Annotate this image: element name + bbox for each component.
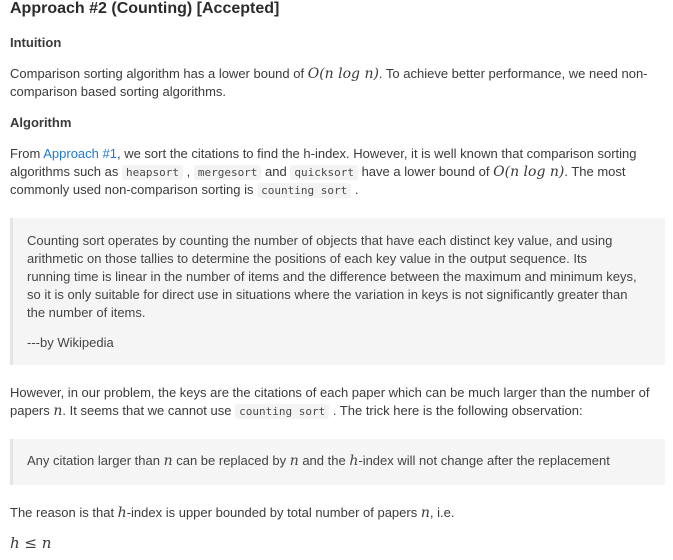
inline-code-mergesort: mergesort bbox=[193, 165, 262, 180]
observation-text: can be replaced by bbox=[172, 453, 290, 468]
math-n: n bbox=[420, 505, 430, 521]
problem-paragraph-line-2: papers n. It seems that we cannot use co… bbox=[10, 402, 583, 421]
reason-text: -index is upper bounded by total number … bbox=[126, 505, 421, 520]
intuition-text: . To achieve better performance, we need… bbox=[378, 66, 648, 81]
inline-code-counting-sort: counting sort bbox=[235, 404, 330, 419]
algorithm-paragraph-line-3: commonly used non-comparison sorting is … bbox=[10, 181, 358, 200]
section-title: Approach #2 (Counting) [Accepted] bbox=[10, 0, 280, 17]
problem-text: . It seems that we cannot use bbox=[62, 403, 236, 418]
quote-line: Counting sort operates by counting the n… bbox=[27, 233, 613, 248]
quote-line: running time is linear in the number of … bbox=[27, 269, 637, 284]
big-o-formula: O(n log n) bbox=[493, 164, 565, 180]
algorithm-text: , we sort the citations to find the h-in… bbox=[116, 146, 637, 161]
algorithm-text: From bbox=[10, 146, 44, 161]
reason-text: , i.e. bbox=[429, 505, 455, 520]
big-o-formula: O(n log n) bbox=[307, 66, 379, 82]
quote-attribution: ---by Wikipedia bbox=[27, 335, 114, 350]
algorithm-text: algorithms such as bbox=[10, 164, 122, 179]
intuition-paragraph-line-2: comparison based sorting algorithms. bbox=[10, 84, 227, 99]
wikipedia-blockquote: Counting sort operates by counting the n… bbox=[10, 218, 665, 365]
observation-text: Any citation larger than bbox=[27, 453, 164, 468]
observation-line: Any citation larger than n can be replac… bbox=[27, 452, 610, 470]
inline-code-counting-sort: counting sort bbox=[257, 183, 352, 198]
intuition-heading: Intuition bbox=[10, 35, 62, 50]
algorithm-paragraph-line-2: algorithms such as heapsort , mergesort … bbox=[10, 163, 626, 182]
math-n: n bbox=[289, 453, 299, 469]
intuition-paragraph-line-1: Comparison sorting algorithm has a lower… bbox=[10, 65, 648, 83]
observation-text: and the bbox=[298, 453, 350, 468]
observation-text: -index will not change after the replace… bbox=[358, 453, 610, 468]
algorithm-text: commonly used non-comparison sorting is bbox=[10, 182, 258, 197]
separator: , bbox=[182, 164, 194, 179]
math-h: h bbox=[117, 505, 127, 521]
observation-blockquote: Any citation larger than n can be replac… bbox=[10, 439, 665, 485]
algorithm-heading: Algorithm bbox=[10, 115, 72, 130]
inline-code-quicksort: quicksort bbox=[290, 165, 358, 180]
problem-text: . The trick here is the following observ… bbox=[329, 403, 583, 418]
algorithm-paragraph-line-1: From Approach #1, we sort the citations … bbox=[10, 145, 637, 163]
math-n: n bbox=[163, 453, 173, 469]
reason-text: The reason is that bbox=[10, 505, 118, 520]
problem-paragraph-line-1: However, in our problem, the keys are th… bbox=[10, 385, 650, 400]
algorithm-text: . The most bbox=[564, 164, 626, 179]
conjunction: and bbox=[261, 164, 291, 179]
problem-text: papers bbox=[10, 403, 54, 418]
inequality-formula: h ≤ n bbox=[10, 534, 52, 552]
quote-line: arithmetic on those tallies to determine… bbox=[27, 251, 588, 266]
algorithm-text: . bbox=[351, 182, 359, 197]
reason-paragraph: The reason is that h-index is upper boun… bbox=[10, 504, 454, 522]
inline-code-heapsort: heapsort bbox=[122, 165, 183, 180]
approach-1-link[interactable]: Approach #1 bbox=[43, 146, 117, 161]
algorithm-text: have a lower bound of bbox=[357, 164, 494, 179]
quote-line: so it is only suitable for direct use in… bbox=[27, 287, 628, 302]
quote-line: the number of items. bbox=[27, 305, 146, 320]
solution-article: Approach #2 (Counting) [Accepted] Intuit… bbox=[0, 0, 673, 560]
math-h: h bbox=[349, 453, 359, 469]
intuition-text: Comparison sorting algorithm has a lower… bbox=[10, 66, 308, 81]
